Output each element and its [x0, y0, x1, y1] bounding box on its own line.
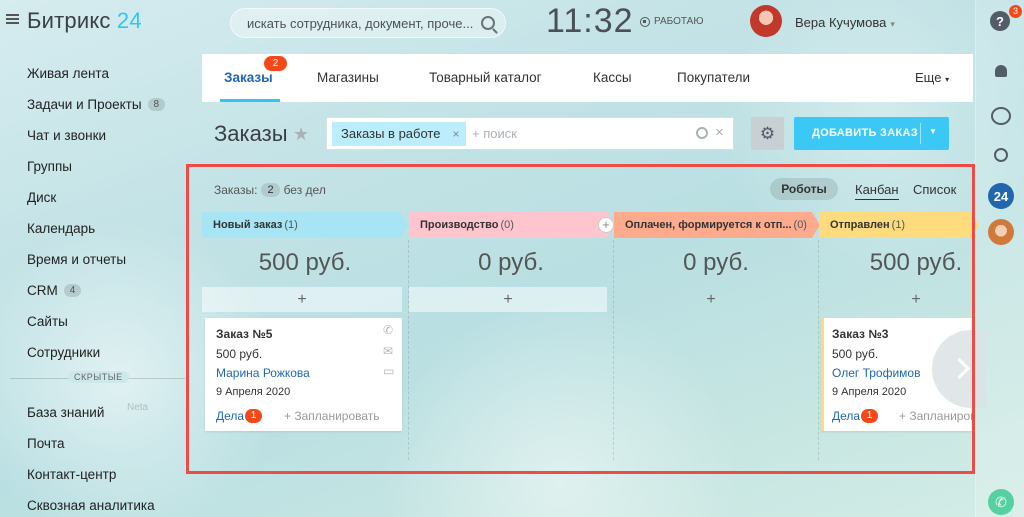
sidebar-item-knowledge[interactable]: База знаний Neta: [27, 397, 187, 428]
phone-icon[interactable]: ✆: [988, 489, 1014, 515]
sidebar-item-sites[interactable]: Сайты: [27, 306, 187, 337]
tab-customers[interactable]: Покупатели: [677, 70, 750, 85]
help-icon[interactable]: ?: [990, 11, 1010, 31]
search-icon[interactable]: [990, 144, 1012, 166]
sidebar-item-tasks[interactable]: Задачи и Проекты 8: [27, 89, 187, 120]
chevron-down-icon: ▾: [945, 75, 950, 84]
work-status[interactable]: РАБОТАЮ: [640, 16, 703, 27]
tab-bar: Заказы 2 Магазины Товарный каталог Кассы…: [202, 54, 973, 102]
filter-input[interactable]: + поиск: [472, 126, 517, 141]
bitrix24-icon[interactable]: 24: [988, 183, 1014, 209]
settings-button[interactable]: ⚙: [751, 117, 784, 150]
highlight-frame: [186, 164, 975, 474]
sidebar-hidden: База знаний Neta Почта Контакт-центр Скво…: [27, 397, 187, 517]
chat-icon[interactable]: [990, 105, 1012, 127]
tab-orders[interactable]: Заказы: [224, 70, 273, 85]
gear-icon: ⚙: [759, 123, 776, 143]
tab-cashboxes[interactable]: Кассы: [593, 70, 632, 85]
tab-catalog[interactable]: Товарный каталог: [429, 70, 542, 85]
sidebar-item-analytics[interactable]: Сквозная аналитика: [27, 490, 187, 517]
filter-chip[interactable]: Заказы в работе ×: [332, 122, 467, 146]
tab-badge: 2: [264, 56, 287, 71]
sidebar-item-groups[interactable]: Группы: [27, 151, 187, 182]
chevron-down-icon[interactable]: ▼: [929, 127, 937, 136]
page-title: Заказы: [214, 121, 288, 146]
tab-underline: [220, 99, 280, 102]
count-badge: 8: [147, 98, 166, 111]
sidebar-item-time[interactable]: Время и отчеты: [27, 244, 187, 275]
clock[interactable]: 11:32: [546, 2, 634, 41]
close-icon[interactable]: ×: [452, 122, 459, 146]
stop-icon: [640, 16, 650, 27]
search-input[interactable]: искать сотрудника, документ, проче...: [230, 8, 506, 38]
tab-shops[interactable]: Магазины: [317, 70, 379, 85]
sidebar-item-live-feed[interactable]: Живая лента: [27, 58, 187, 89]
user-menu[interactable]: Вера Кучумова ▾: [795, 15, 895, 30]
sidebar-item-chat[interactable]: Чат и звонки: [27, 120, 187, 151]
search-icon[interactable]: [696, 127, 708, 139]
sidebar-item-crm[interactable]: CRM 4: [27, 275, 187, 306]
notification-badge: 3: [1009, 5, 1022, 18]
sidebar-item-calendar[interactable]: Календарь: [27, 213, 187, 244]
close-icon[interactable]: ×: [715, 124, 724, 141]
search-placeholder: искать сотрудника, документ, проче...: [247, 15, 474, 31]
sidebar-item-mail[interactable]: Почта: [27, 428, 187, 459]
hidden-separator[interactable]: СКРЫТЫЕ: [10, 370, 185, 386]
count-badge: 4: [63, 284, 82, 297]
tab-more[interactable]: Еще ▾: [915, 70, 949, 85]
chevron-down-icon: ▾: [890, 19, 895, 29]
add-order-button[interactable]: ДОБАВИТЬ ЗАКАЗ ▼: [794, 117, 949, 150]
sidebar-item-employees[interactable]: Сотрудники: [27, 337, 187, 368]
sidebar: Живая лента Задачи и Проекты 8 Чат и звон…: [27, 58, 187, 368]
filter-search[interactable]: Заказы в работе × + поиск ×: [326, 117, 734, 150]
avatar[interactable]: [750, 5, 782, 37]
sidebar-item-disk[interactable]: Диск: [27, 182, 187, 213]
star-icon[interactable]: ★: [293, 124, 309, 145]
search-icon[interactable]: [481, 16, 495, 30]
avatar[interactable]: [988, 219, 1014, 245]
bell-icon[interactable]: [990, 60, 1012, 82]
logo[interactable]: Битрикс 24: [27, 8, 142, 34]
sidebar-item-contact-center[interactable]: Контакт-центр: [27, 459, 187, 490]
menu-icon[interactable]: [6, 14, 19, 24]
